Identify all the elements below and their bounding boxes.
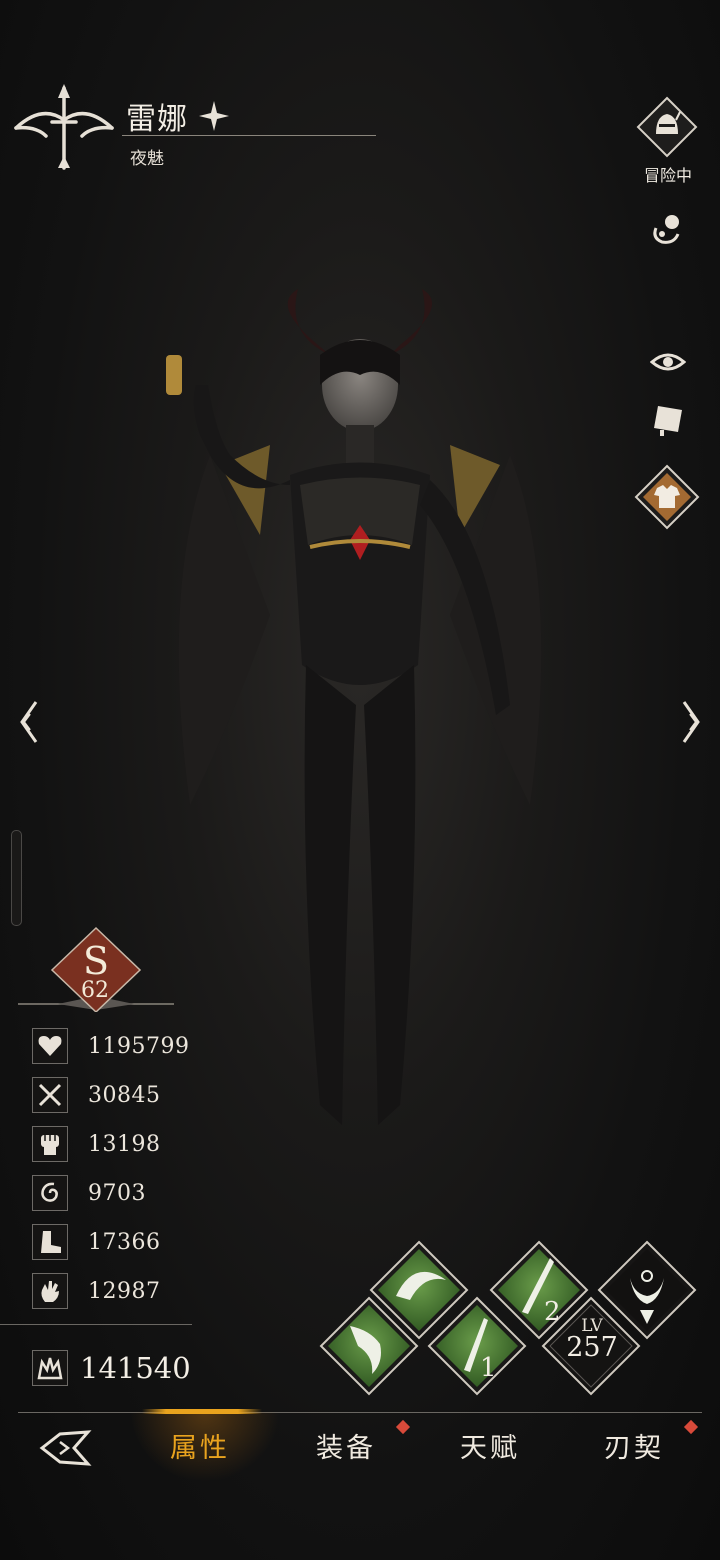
stat-value: 17366 (88, 1229, 161, 1255)
character-model-image (166, 289, 542, 1125)
level-value: 257 (566, 1332, 618, 1363)
combat-power: 141540 (32, 1348, 191, 1388)
adventure-status-label: 冒险中 (643, 166, 692, 185)
stats-divider (0, 1324, 192, 1325)
outfit-button[interactable] (634, 464, 700, 530)
skill-panel: 2 1 (319, 1240, 697, 1396)
previous-hero-arrow-icon[interactable] (16, 700, 40, 744)
stat-value: 13198 (88, 1131, 161, 1157)
adventure-helmet-button[interactable] (636, 96, 698, 158)
stat-value: 12987 (88, 1278, 161, 1304)
boot-icon (32, 1224, 68, 1260)
tab-contract[interactable]: 刃契 (604, 1426, 664, 1465)
spiral-icon (32, 1175, 68, 1211)
hand-icon (32, 1273, 68, 1309)
rank-level: 62 (81, 978, 109, 1003)
tab-equipment[interactable]: 装备 (316, 1426, 376, 1465)
stat-row-strength: 13198 (32, 1126, 161, 1162)
voice-icon[interactable] (648, 212, 688, 246)
tab-talent[interactable]: 天赋 (460, 1426, 520, 1465)
stat-row-attack: 30845 (32, 1077, 161, 1113)
active-tab-indicator (142, 1409, 262, 1414)
combat-power-value: 141540 (80, 1351, 191, 1385)
scroll-indicator[interactable] (11, 830, 22, 926)
bow-class-emblem-icon (14, 84, 114, 170)
name-divider (122, 135, 376, 136)
stat-value: 1195799 (88, 1033, 190, 1059)
card-icon[interactable] (648, 402, 688, 438)
back-button[interactable] (38, 1428, 92, 1468)
tab-attributes[interactable]: 属性 (170, 1426, 230, 1465)
stat-value: 30845 (88, 1082, 161, 1108)
stat-row-speed: 17366 (32, 1224, 161, 1260)
stat-value: 9703 (88, 1180, 146, 1206)
fist-icon (32, 1126, 68, 1162)
power-crown-icon (32, 1350, 68, 1386)
skill-2-number: 2 (544, 1297, 561, 1327)
heart-icon (32, 1028, 68, 1064)
hero-title: 夜魅 (130, 149, 164, 169)
rank-letter: S (83, 939, 109, 983)
bottom-nav-divider (18, 1412, 702, 1413)
crossed-swords-icon (32, 1077, 68, 1113)
next-hero-arrow-icon[interactable] (680, 700, 704, 744)
stat-row-hp: 1195799 (32, 1028, 189, 1064)
stat-row-skill: 12987 (32, 1273, 161, 1309)
star-icon (199, 101, 229, 131)
stat-row-magic: 9703 (32, 1175, 146, 1211)
equipment-notification-dot (395, 1419, 411, 1435)
skill-1-number: 1 (480, 1353, 497, 1383)
eye-icon[interactable] (650, 348, 686, 376)
hero-name: 雷娜 (126, 102, 188, 137)
contract-notification-dot (683, 1419, 699, 1435)
